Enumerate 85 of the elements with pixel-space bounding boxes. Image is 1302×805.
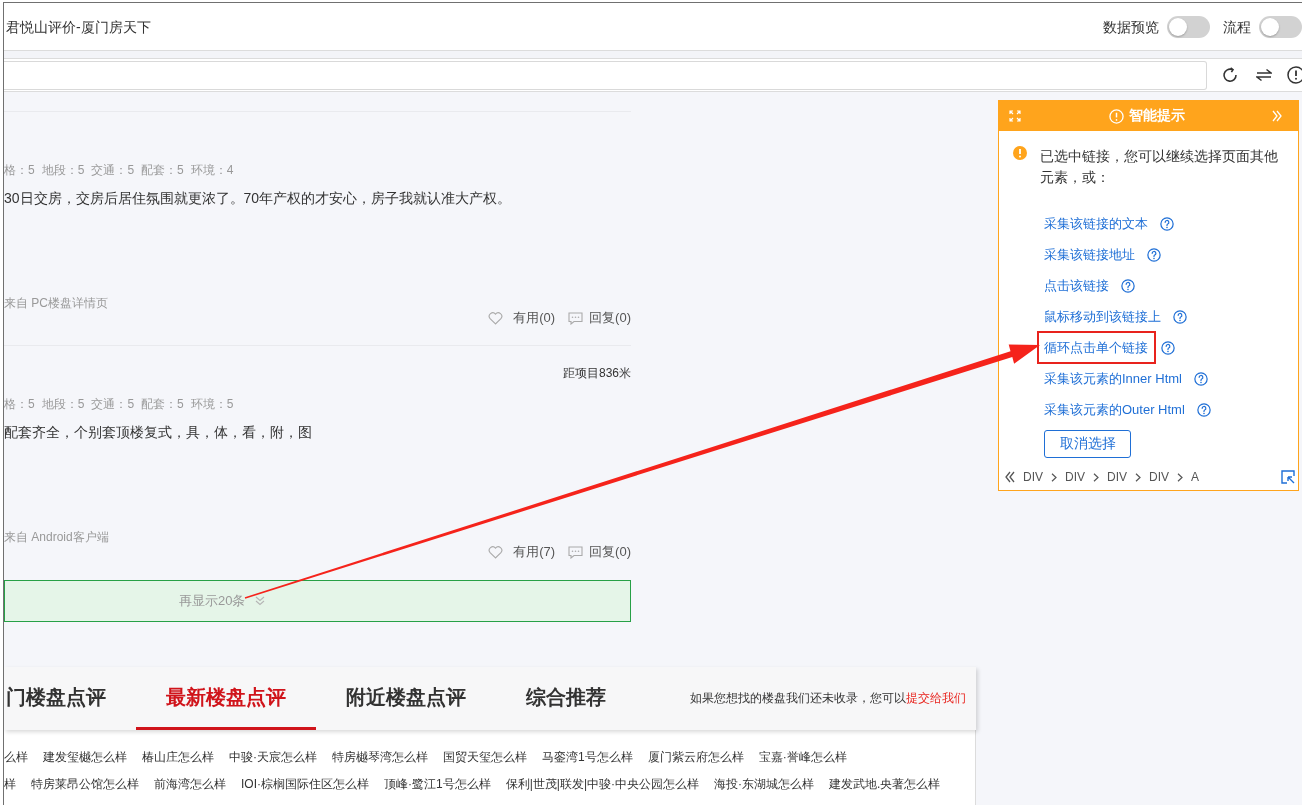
address-field[interactable] (4, 60, 1207, 90)
refresh-icon[interactable] (1222, 67, 1238, 83)
source-text: 来自 PC楼盘详情页 (4, 296, 108, 310)
distance-text: 距项目836米 (562, 365, 631, 381)
rating-text: 环境：5 (190, 396, 234, 412)
option-link[interactable]: 采集该元素的Inner Html (1044, 369, 1182, 388)
option-link[interactable]: 点击该链接 (1044, 276, 1109, 295)
rating-text: 交通：5 (91, 162, 135, 178)
rating-text: 交通：5 (91, 396, 135, 412)
property-link[interactable]: 宝嘉·誉峰怎么样 (758, 749, 847, 766)
property-link[interactable]: 特房樾琴湾怎么样 (332, 749, 428, 766)
property-link[interactable]: 保利|世茂|联发|中骏·中央公园怎么样 (505, 776, 700, 793)
rating-text: 格：5 (4, 162, 35, 178)
double-chevron-down-icon (255, 596, 266, 606)
review-text: 30日交房，交房后居住氛围就更浓了。70年产权的才安心，房子我就认准大产权。 (4, 189, 513, 208)
property-link[interactable]: 前海湾怎么样 (154, 776, 226, 793)
option-link[interactable]: 采集该元素的Outer Html (1044, 400, 1185, 419)
chevron-right-icon (1051, 472, 1057, 482)
property-link[interactable]: 海投·东湖城怎么样 (714, 776, 815, 793)
breadcrumb-item[interactable]: DIV (1065, 470, 1086, 484)
rating-text: 环境：4 (190, 162, 234, 178)
comment-icon (568, 311, 584, 325)
swap-icon[interactable] (1256, 68, 1272, 82)
option-link[interactable]: 鼠标移动到该链接上 (1044, 307, 1161, 326)
submit-link[interactable]: 提交给我们 (906, 691, 966, 705)
panel-title: 智能提示 (1128, 107, 1185, 125)
chevron-right-icon (1135, 472, 1142, 482)
toggle-switch[interactable] (1167, 15, 1210, 38)
info-icon (1108, 108, 1124, 124)
option-link[interactable]: 采集该链接地址 (1044, 245, 1135, 264)
property-link[interactable]: 中骏·天宸怎么样 (229, 749, 317, 766)
rating-text: 地段：5 (41, 396, 85, 412)
option-link[interactable]: 采集该链接的文本 (1044, 214, 1148, 233)
heart-icon (488, 545, 504, 559)
reply-link[interactable]: 回复(0) (568, 310, 631, 326)
toggle-label: 流程 (1223, 17, 1251, 36)
property-link[interactable]: 么样 (4, 749, 28, 766)
help-icon[interactable] (1160, 216, 1174, 231)
breadcrumb-item[interactable]: A (1191, 470, 1200, 484)
warning-icon (1013, 146, 1027, 160)
heart-icon (488, 311, 504, 325)
property-link[interactable]: 建发玺樾怎么样 (43, 749, 127, 766)
rating-text: 配套：5 (141, 396, 184, 412)
info-icon[interactable] (1287, 66, 1302, 84)
double-chevron-left-icon[interactable] (1005, 471, 1015, 483)
useful-link[interactable]: 有用(7) (488, 544, 556, 560)
help-icon[interactable] (1161, 340, 1175, 355)
property-link[interactable]: 厦门紫云府怎么样 (647, 749, 744, 766)
property-link[interactable]: 特房莱昂公馆怎么样 (31, 776, 139, 793)
help-icon[interactable] (1147, 247, 1161, 262)
property-link[interactable]: IOI·棕榈国际住区怎么样 (241, 776, 369, 793)
chevron-right-icon (1177, 472, 1184, 482)
useful-link[interactable]: 有用(0) (488, 310, 556, 326)
source-text: 来自 Android客户端 (4, 530, 109, 544)
help-icon[interactable] (1196, 402, 1211, 417)
tab[interactable]: 综合推荐 (496, 667, 636, 730)
help-icon[interactable] (1193, 371, 1208, 386)
chevron-right-icon (1093, 472, 1100, 482)
rating-text: 配套：5 (141, 162, 184, 178)
select-element-icon[interactable] (1281, 470, 1295, 484)
breadcrumb-item[interactable]: DIV (1107, 470, 1128, 484)
property-link[interactable]: 建发武地.央著怎么样 (829, 776, 941, 793)
note-text: 如果您想找的楼盘我们还未收录，您可以提交给我们 (690, 690, 967, 707)
review-text: 配套齐全，个别套顶楼复式，具，体，看，附，图 (4, 423, 313, 442)
property-link[interactable]: 顶峰·鹭江1号怎么样 (384, 776, 491, 793)
toggle-label: 数据预览 (1103, 17, 1159, 36)
rating-text: 地段：5 (41, 162, 85, 178)
tab[interactable]: 门楼盘点评 (4, 667, 136, 730)
property-link[interactable]: 马銮湾1号怎么样 (542, 749, 633, 766)
help-icon[interactable] (1121, 278, 1135, 293)
rating-text: 格：5 (4, 396, 35, 412)
help-icon[interactable] (1173, 309, 1187, 324)
message-text: 已选中链接，您可以继续选择页面其他元素，或： (1040, 147, 1279, 187)
property-link[interactable]: 样 (4, 776, 16, 793)
comment-icon (568, 545, 584, 559)
property-link[interactable]: 国贸天玺怎么样 (443, 749, 527, 766)
property-link[interactable]: 椿山庄怎么样 (142, 749, 214, 766)
breadcrumb-item[interactable]: DIV (1149, 470, 1170, 484)
toggle-switch[interactable] (1259, 15, 1302, 38)
breadcrumb-item[interactable]: DIV (1023, 470, 1043, 484)
cancel-button[interactable]: 取消选择 (1044, 430, 1131, 458)
reply-link[interactable]: 回复(0) (568, 544, 631, 560)
tab[interactable]: 附近楼盘点评 (316, 667, 496, 730)
option-link[interactable]: 循环点击单个链接 (1037, 331, 1156, 364)
page-title: 君悦山评价-厦门房天下 (6, 17, 151, 36)
